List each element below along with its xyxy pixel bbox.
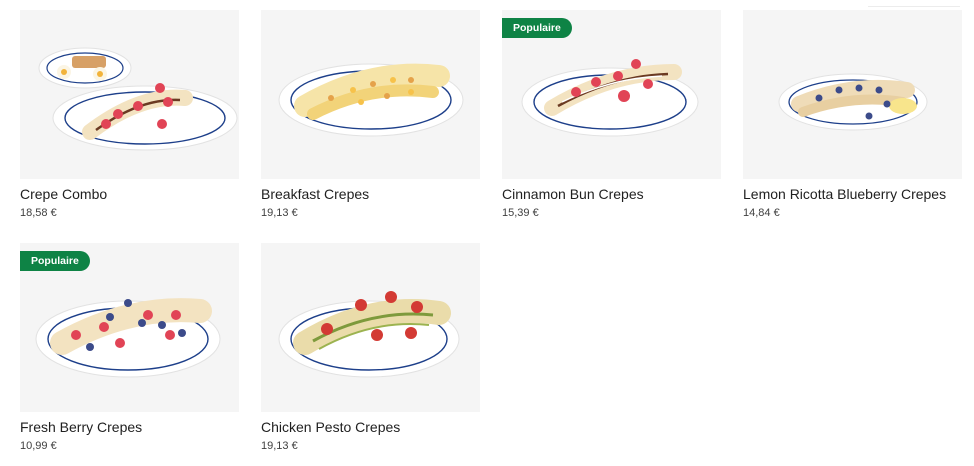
- chicken-pesto-crepes-photo: [278, 291, 460, 378]
- menu-item-image[interactable]: [261, 10, 480, 179]
- menu-item-name: Crepe Combo: [20, 186, 108, 202]
- top-divider: [868, 0, 960, 7]
- menu-item-name: Chicken Pesto Crepes: [261, 419, 401, 435]
- menu-item-image[interactable]: Populaire: [20, 243, 239, 412]
- popular-badge: Populaire: [20, 251, 90, 271]
- menu-item-chicken-pesto-crepes[interactable]: Chicken Pesto Crepes 19,13 €: [261, 243, 480, 464]
- menu-item-price: 18,58 €: [20, 207, 57, 219]
- menu-item-name: Fresh Berry Crepes: [20, 419, 143, 435]
- menu-item-name: Breakfast Crepes: [261, 186, 370, 202]
- menu-item-cinnamon-bun-crepes[interactable]: Populaire Cinnamon Bun Crepes 15,39 €: [502, 10, 721, 231]
- crepe-combo-photo: [38, 47, 238, 151]
- menu-item-image[interactable]: [743, 10, 962, 179]
- lemon-ricotta-blueberry-crepes-photo: [778, 73, 928, 131]
- menu-item-image[interactable]: [20, 10, 239, 179]
- menu-item-fresh-berry-crepes[interactable]: Populaire Fresh Berry Crepes 10,99 €: [20, 243, 239, 464]
- menu-item-image[interactable]: Populaire: [502, 10, 721, 179]
- menu-page: Crepe Combo 18,58 € Breakfast Crepes 19,…: [0, 0, 974, 466]
- menu-grid: Crepe Combo 18,58 € Breakfast Crepes 19,…: [20, 10, 962, 464]
- menu-item-lemon-ricotta-blueberry-crepes[interactable]: Lemon Ricotta Blueberry Crepes 14,84 €: [743, 10, 962, 231]
- menu-item-name: Lemon Ricotta Blueberry Crepes: [743, 186, 947, 202]
- menu-item-price: 14,84 €: [743, 207, 780, 219]
- breakfast-crepes-photo: [278, 63, 464, 137]
- menu-item-price: 19,13 €: [261, 207, 298, 219]
- menu-item-price: 19,13 €: [261, 440, 298, 452]
- menu-item-price: 15,39 €: [502, 207, 539, 219]
- menu-item-image[interactable]: [261, 243, 480, 412]
- popular-badge: Populaire: [502, 18, 572, 38]
- menu-item-name: Cinnamon Bun Crepes: [502, 186, 644, 202]
- menu-item-breakfast-crepes[interactable]: Breakfast Crepes 19,13 €: [261, 10, 480, 231]
- menu-item-crepe-combo[interactable]: Crepe Combo 18,58 €: [20, 10, 239, 231]
- menu-item-price: 10,99 €: [20, 440, 57, 452]
